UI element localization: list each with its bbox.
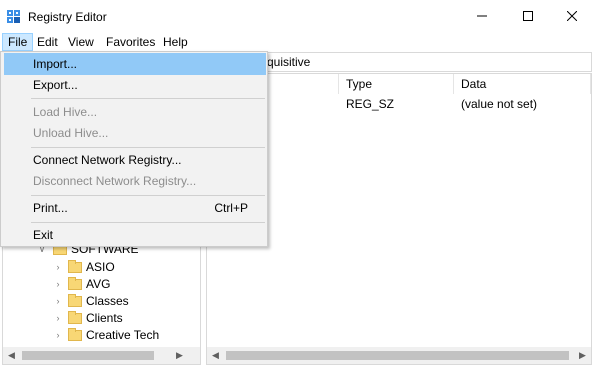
address-path: quisitive [267,55,311,69]
menu-item-disconnect-network-registry: Disconnect Network Registry... [33,174,197,188]
menu-separator [31,222,265,223]
scrollbar-thumb[interactable] [22,351,154,360]
window-title: Registry Editor [28,10,107,24]
menu-bar: File Edit View Favorites Help [0,32,592,51]
folder-icon [68,294,82,307]
menu-item-load-hive: Load Hive... [33,105,98,119]
tree-horizontal-scrollbar[interactable]: ◀ ▶ [3,347,200,364]
tree-item-asio[interactable]: › ASIO [3,259,200,276]
tree-item-avg[interactable]: › AVG [3,276,200,293]
tree-item-classes[interactable]: › Classes [3,293,200,310]
tree-item-label: Creative Tech [86,328,160,342]
file-menu-dropdown: Import... Export... Load Hive... Unload … [0,51,268,247]
tree-item-label: ASIO [86,260,115,274]
value-data-cell[interactable]: (value not set) [454,96,537,113]
scroll-right-icon[interactable]: ▶ [574,347,591,364]
minimize-icon [477,15,487,17]
folder-icon [68,328,82,341]
menu-item-unload-hive: Unload Hive... [33,126,109,140]
menu-item-import[interactable]: Import... [4,53,266,75]
menu-item-print-label: Print... [33,201,68,215]
chevron-right-icon[interactable]: › [53,327,63,344]
folder-icon [68,260,82,273]
tree-item-label: Clients [86,311,123,325]
minimize-button[interactable] [459,0,505,32]
column-header-type[interactable]: Type [339,74,454,94]
folder-icon [68,311,82,324]
folder-icon [68,277,82,290]
menu-favorites[interactable]: Favorites [101,33,160,51]
menu-view[interactable]: View [63,33,99,51]
maximize-icon [523,11,533,21]
menu-separator [31,98,265,99]
chevron-right-icon[interactable]: › [53,276,63,293]
close-button[interactable] [549,0,592,32]
close-icon [567,11,577,21]
menu-item-exit[interactable]: Exit [4,224,266,246]
menu-separator [31,195,265,196]
menu-separator [31,147,265,148]
scroll-left-icon[interactable]: ◀ [3,347,20,364]
chevron-right-icon[interactable]: › [53,310,63,327]
column-header-data[interactable]: Data [454,74,591,94]
menu-help[interactable]: Help [158,33,193,51]
menu-item-export[interactable]: Export... [4,74,266,96]
print-shortcut: Ctrl+P [214,201,248,215]
maximize-button[interactable] [505,0,551,32]
value-type-cell[interactable]: REG_SZ [339,96,394,113]
scroll-left-icon[interactable]: ◀ [207,347,224,364]
tree-item-clients[interactable]: › Clients [3,310,200,327]
menu-item-connect-network-registry[interactable]: Connect Network Registry... [4,149,266,171]
scrollbar-thumb[interactable] [226,351,569,360]
values-horizontal-scrollbar[interactable]: ◀ ▶ [207,347,591,364]
registry-editor-icon [7,10,20,23]
scroll-right-icon[interactable]: ▶ [171,347,188,364]
chevron-right-icon[interactable]: › [53,293,63,310]
tree-item-label: AVG [86,277,111,291]
chevron-right-icon[interactable]: › [53,259,63,276]
menu-file[interactable]: File [2,33,34,51]
menu-item-print[interactable]: Print... Ctrl+P [4,197,266,219]
menu-edit[interactable]: Edit [32,33,63,51]
tree-item-label: Classes [86,294,129,308]
title-bar: Registry Editor [0,0,592,32]
tree-item-creative-tech[interactable]: › Creative Tech [3,327,200,344]
